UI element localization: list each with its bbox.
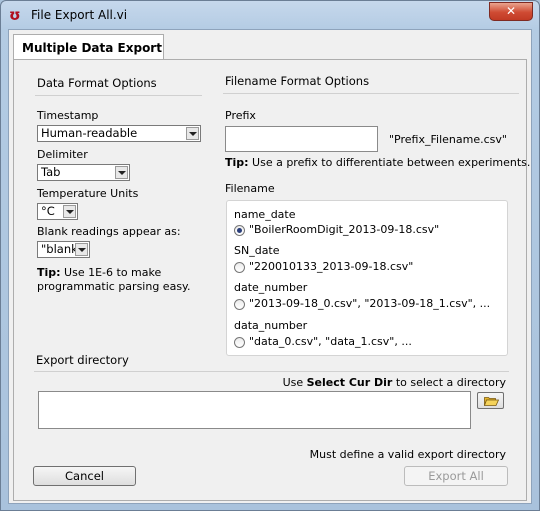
tip-text: Use a prefix to differentiate between ex… <box>248 156 531 169</box>
chevron-down-icon <box>186 127 199 140</box>
export-directory-divider <box>34 371 509 372</box>
dialog-window: ʊ File Export All.vi ✕ Multiple Data Exp… <box>0 0 540 511</box>
timestamp-value: Human-readable <box>41 126 138 140</box>
temperature-units-dropdown[interactable]: °C <box>37 203 78 220</box>
filename-example-name-date: "BoilerRoomDigit_2013-09-18.csv" <box>249 223 440 236</box>
filename-example-data-number: "data_0.csv", "data_1.csv", ... <box>249 335 412 348</box>
delimiter-label: Delimiter <box>37 148 88 161</box>
filename-format-heading: Filename Format Options <box>225 74 370 88</box>
filename-format-divider <box>223 93 519 94</box>
radio-data-number[interactable] <box>234 337 245 348</box>
export-directory-path-input[interactable] <box>38 391 471 429</box>
filename-example-sn-date: "220010133_2013-09-18.csv" <box>249 260 414 273</box>
temperature-units-value: °C <box>41 204 55 218</box>
filename-option-data-number: data_number <box>234 319 308 332</box>
data-format-tip-line2: programmatic parsing easy. <box>37 280 191 293</box>
filename-option-sn-date: SN_date <box>234 244 280 257</box>
close-button[interactable]: ✕ <box>489 2 533 21</box>
delimiter-dropdown[interactable]: Tab <box>37 164 130 181</box>
filename-option-name-date: name_date <box>234 208 296 221</box>
chevron-down-icon <box>63 205 76 218</box>
hint-pre: Use <box>282 376 307 389</box>
tip-text: Use 1E-6 to make <box>60 266 162 279</box>
tip-bold: Tip: <box>225 156 249 169</box>
timestamp-label: Timestamp <box>37 109 99 122</box>
chevron-down-icon <box>75 243 88 256</box>
blank-readings-label: Blank readings appear as: <box>37 225 181 238</box>
tab-multiple-data-export[interactable]: Multiple Data Export <box>13 34 164 60</box>
filename-option-date-number: date_number <box>234 281 308 294</box>
data-format-divider <box>35 95 202 96</box>
delimiter-value: Tab <box>41 165 61 179</box>
export-all-button[interactable]: Export All <box>404 466 508 486</box>
chevron-down-icon <box>115 166 128 179</box>
radio-name-date[interactable] <box>234 225 245 236</box>
timestamp-dropdown[interactable]: Human-readable <box>37 125 201 142</box>
hint-post: to select a directory <box>392 376 506 389</box>
window-title: File Export All.vi <box>31 8 128 22</box>
export-directory-hint: Use Select Cur Dir to select a directory <box>283 376 506 389</box>
client-area: Multiple Data Export Data Format Options… <box>8 29 532 504</box>
folder-open-icon <box>484 397 499 406</box>
export-directory-validation: Must define a valid export directory <box>309 448 506 461</box>
filename-example-date-number: "2013-09-18_0.csv", "2013-09-18_1.csv", … <box>249 297 491 310</box>
blank-readings-dropdown[interactable]: "blank" <box>37 241 90 258</box>
radio-sn-date[interactable] <box>234 262 245 273</box>
prefix-example: "Prefix_Filename.csv" <box>389 133 507 146</box>
export-directory-heading: Export directory <box>36 353 129 367</box>
title-bar[interactable]: ʊ File Export All.vi ✕ <box>1 1 539 29</box>
radio-date-number[interactable] <box>234 299 245 310</box>
data-format-heading: Data Format Options <box>37 76 157 90</box>
temperature-units-label: Temperature Units <box>37 187 139 200</box>
select-cur-dir-button[interactable] <box>477 392 504 409</box>
prefix-tip: Tip: Use a prefix to differentiate betwe… <box>225 156 530 169</box>
prefix-label: Prefix <box>225 109 256 122</box>
prefix-input[interactable] <box>225 126 378 152</box>
filename-label: Filename <box>225 182 275 195</box>
data-format-tip-line1: Tip: Use 1E-6 to make <box>37 266 161 279</box>
filename-options-box: name_date "BoilerRoomDigit_2013-09-18.cs… <box>226 200 508 356</box>
tip-bold: Tip: <box>37 266 61 279</box>
labview-icon: ʊ <box>9 6 21 24</box>
hint-select-cur-dir: Select Cur Dir <box>306 376 393 389</box>
cancel-button[interactable]: Cancel <box>33 466 136 486</box>
